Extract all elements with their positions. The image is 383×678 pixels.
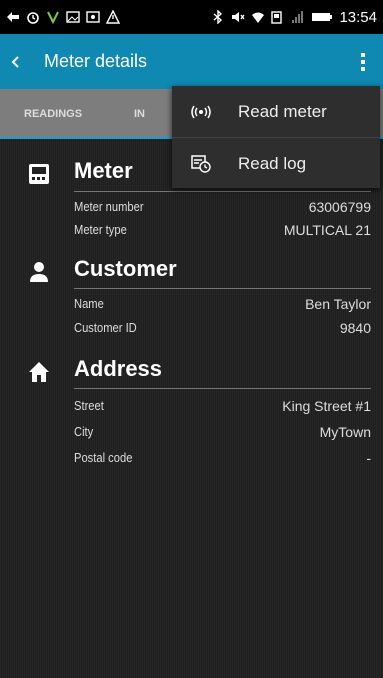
customer-name-value: Ben Taylor <box>305 296 371 312</box>
alert-icon <box>105 9 121 24</box>
meter-section-divider <box>74 191 371 192</box>
street-label: Street <box>74 398 104 413</box>
customer-id-row: Customer ID 9840 <box>74 320 371 340</box>
chevron-left-icon <box>11 55 19 68</box>
back-arrow-icon <box>6 10 20 24</box>
wifi-icon <box>251 10 265 24</box>
address-section-divider <box>74 388 371 389</box>
postal-code-row: Postal code - <box>74 450 371 470</box>
tab-second[interactable]: IN <box>134 89 145 139</box>
home-icon <box>26 359 52 385</box>
city-value: MyTown <box>319 424 371 440</box>
meter-number-label: Meter number <box>74 199 144 214</box>
postal-code-value: - <box>366 450 371 466</box>
meter-type-row: Meter type MULTICAL 21 <box>74 222 371 242</box>
customer-section-title: Customer <box>74 256 177 281</box>
menu-item-read-meter[interactable]: Read meter <box>172 86 380 137</box>
meter-type-label: Meter type <box>74 222 127 237</box>
meter-icon <box>26 161 52 187</box>
signal-icon <box>291 10 305 24</box>
customer-name-label: Name <box>74 296 104 311</box>
menu-item-read-log-label: Read log <box>238 153 307 173</box>
meter-type-value: MULTICAL 21 <box>283 222 371 238</box>
person-icon <box>26 259 52 285</box>
back-button[interactable] <box>0 34 30 89</box>
photo-icon <box>86 10 100 24</box>
app-bar: Meter details <box>0 34 383 89</box>
overflow-menu-button[interactable] <box>343 34 383 89</box>
address-section-title: Address <box>74 356 163 381</box>
image-icon <box>66 10 80 24</box>
meter-section-title: Meter <box>74 158 133 183</box>
customer-id-value: 9840 <box>339 320 371 336</box>
meter-number-row: Meter number 63006799 <box>74 199 371 219</box>
meter-details-content: Meter Meter number 63006799 Meter type M… <box>0 139 383 678</box>
menu-item-read-log[interactable]: Read log <box>172 138 380 189</box>
status-icons-right: 13:54 <box>211 9 377 26</box>
overflow-popup-menu: Read meter Read log <box>172 86 380 188</box>
page-title: Meter details <box>44 51 148 71</box>
screen-icon <box>271 10 285 24</box>
city-row: City MyTown <box>74 424 371 444</box>
meter-number-value: 63006799 <box>308 199 371 215</box>
tab-readings[interactable]: READINGS <box>0 89 134 139</box>
status-icons-left <box>6 9 121 25</box>
city-label: City <box>74 424 94 439</box>
postal-code-label: Postal code <box>74 450 133 465</box>
status-bar: 13:54 <box>0 0 383 34</box>
log-clock-icon <box>190 153 212 175</box>
street-value: King Street #1 <box>282 398 371 414</box>
street-row: Street King Street #1 <box>74 398 371 418</box>
vpn-icon <box>46 10 60 25</box>
bluetooth-icon <box>211 9 225 25</box>
mute-icon <box>231 10 246 24</box>
radio-waves-icon <box>190 101 212 123</box>
customer-id-label: Customer ID <box>74 320 137 335</box>
customer-name-row: Name Ben Taylor <box>74 296 371 316</box>
battery-icon <box>311 10 333 24</box>
menu-item-read-meter-label: Read meter <box>238 101 327 121</box>
more-vert-icon <box>361 52 365 71</box>
alarm-icon <box>26 10 40 24</box>
customer-section-divider <box>74 288 371 289</box>
status-time: 13:54 <box>339 8 377 26</box>
